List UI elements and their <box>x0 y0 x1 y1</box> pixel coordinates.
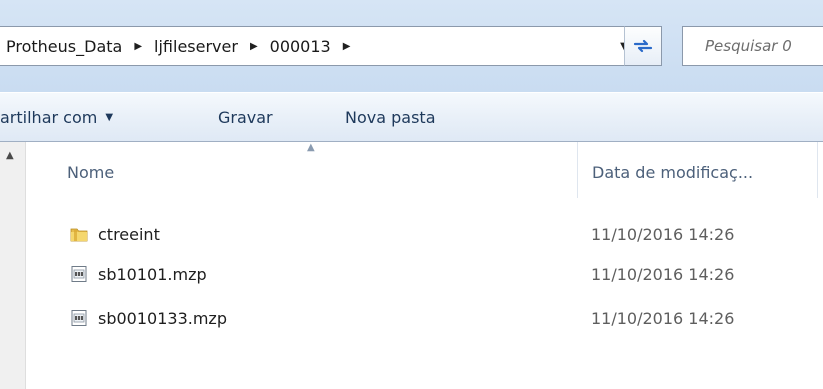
file-name: sb10101.mzp <box>98 265 207 284</box>
breadcrumb-separator-icon[interactable]: ▶ <box>244 41 264 52</box>
file-date-modified: 11/10/2016 14:26 <box>591 225 735 244</box>
new-folder-button[interactable]: Nova pasta <box>345 93 436 142</box>
share-with-button[interactable]: artilhar com ▼ <box>0 93 113 142</box>
file-row-sb0010133[interactable]: sb0010133.mzp 11/10/2016 14:26 <box>27 303 823 333</box>
chevron-down-icon: ▼ <box>105 112 114 123</box>
column-header-date-label: Data de modificaç... <box>592 163 754 182</box>
file-list-pane: ▲ ▲ Nome Data de modificaç... ctreeint 1… <box>0 142 823 389</box>
file-row-ctreeint[interactable]: ctreeint 11/10/2016 14:26 <box>27 219 823 249</box>
scroll-up-icon[interactable]: ▲ <box>6 150 14 161</box>
file-date-modified: 11/10/2016 14:26 <box>591 309 735 328</box>
share-with-label: artilhar com <box>0 108 98 127</box>
refresh-button[interactable] <box>624 26 662 66</box>
file-icon <box>71 310 87 326</box>
breadcrumb-separator-icon[interactable]: ▶ <box>337 41 357 52</box>
column-header-date-modified[interactable]: Data de modificaç... <box>578 142 818 198</box>
navigation-bar: Protheus_Data ▶ ljfileserver ▶ 000013 ▶ … <box>0 0 823 92</box>
new-folder-label: Nova pasta <box>345 108 436 127</box>
refresh-icon <box>633 39 653 53</box>
breadcrumb-item-ljfileserver[interactable]: ljfileserver <box>148 37 244 56</box>
column-header-name-label: Nome <box>67 163 115 182</box>
file-name: sb0010133.mzp <box>98 309 227 328</box>
breadcrumb: Protheus_Data ▶ ljfileserver ▶ 000013 ▶ <box>6 27 356 65</box>
breadcrumb-item-000013[interactable]: 000013 <box>264 37 337 56</box>
navigation-pane-scrollbar[interactable]: ▲ <box>0 142 26 389</box>
command-bar: artilhar com ▼ Gravar Nova pasta <box>0 92 823 142</box>
burn-label: Gravar <box>218 108 273 127</box>
search-box <box>682 26 823 66</box>
search-input[interactable] <box>703 36 823 56</box>
burn-button[interactable]: Gravar <box>218 93 273 142</box>
address-bar[interactable]: Protheus_Data ▶ ljfileserver ▶ 000013 ▶ … <box>0 26 661 66</box>
file-name: ctreeint <box>98 225 160 244</box>
folder-icon <box>70 228 88 242</box>
column-header-name[interactable]: ▲ Nome <box>27 142 578 198</box>
sort-ascending-icon: ▲ <box>307 142 315 153</box>
file-icon <box>71 266 87 282</box>
file-date-modified: 11/10/2016 14:26 <box>591 265 735 284</box>
breadcrumb-item-protheus-data[interactable]: Protheus_Data <box>6 37 128 56</box>
breadcrumb-separator-icon[interactable]: ▶ <box>128 41 148 52</box>
file-row-sb10101[interactable]: sb10101.mzp 11/10/2016 14:26 <box>27 259 823 289</box>
column-header-row: ▲ Nome Data de modificaç... <box>27 142 823 198</box>
